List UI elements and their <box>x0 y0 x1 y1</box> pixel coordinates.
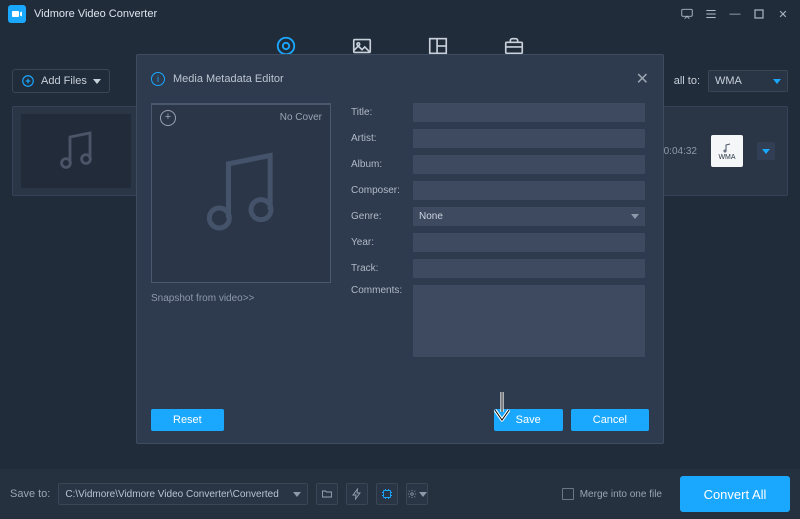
modal-overlay: i Media Metadata Editor ✕ + No Cover Sna… <box>0 0 800 519</box>
genre-value: None <box>419 211 443 222</box>
year-label: Year: <box>351 237 413 248</box>
title-label: Title: <box>351 107 413 118</box>
dialog-title: Media Metadata Editor <box>173 73 284 85</box>
reset-button[interactable]: Reset <box>151 409 224 431</box>
comments-label: Comments: <box>351 285 413 296</box>
title-input[interactable] <box>413 103 645 122</box>
metadata-editor-dialog: i Media Metadata Editor ✕ + No Cover Sna… <box>136 54 664 444</box>
genre-select[interactable]: None <box>413 207 645 226</box>
artist-input[interactable] <box>413 129 645 148</box>
composer-input[interactable] <box>413 181 645 200</box>
composer-label: Composer: <box>351 185 413 196</box>
track-label: Track: <box>351 263 413 274</box>
album-input[interactable] <box>413 155 645 174</box>
music-note-icon <box>191 143 291 243</box>
cancel-button[interactable]: Cancel <box>571 409 649 431</box>
genre-label: Genre: <box>351 211 413 222</box>
snapshot-from-video-link[interactable]: Snapshot from video>> <box>151 293 331 304</box>
info-icon: i <box>151 72 165 86</box>
save-button[interactable]: Save <box>494 409 563 431</box>
chevron-down-icon <box>631 214 639 219</box>
artist-label: Artist: <box>351 133 413 144</box>
cover-art-box: + No Cover <box>151 103 331 283</box>
track-input[interactable] <box>413 259 645 278</box>
dialog-close-button[interactable]: ✕ <box>636 69 649 89</box>
year-input[interactable] <box>413 233 645 252</box>
comments-input[interactable] <box>413 285 645 357</box>
album-label: Album: <box>351 159 413 170</box>
